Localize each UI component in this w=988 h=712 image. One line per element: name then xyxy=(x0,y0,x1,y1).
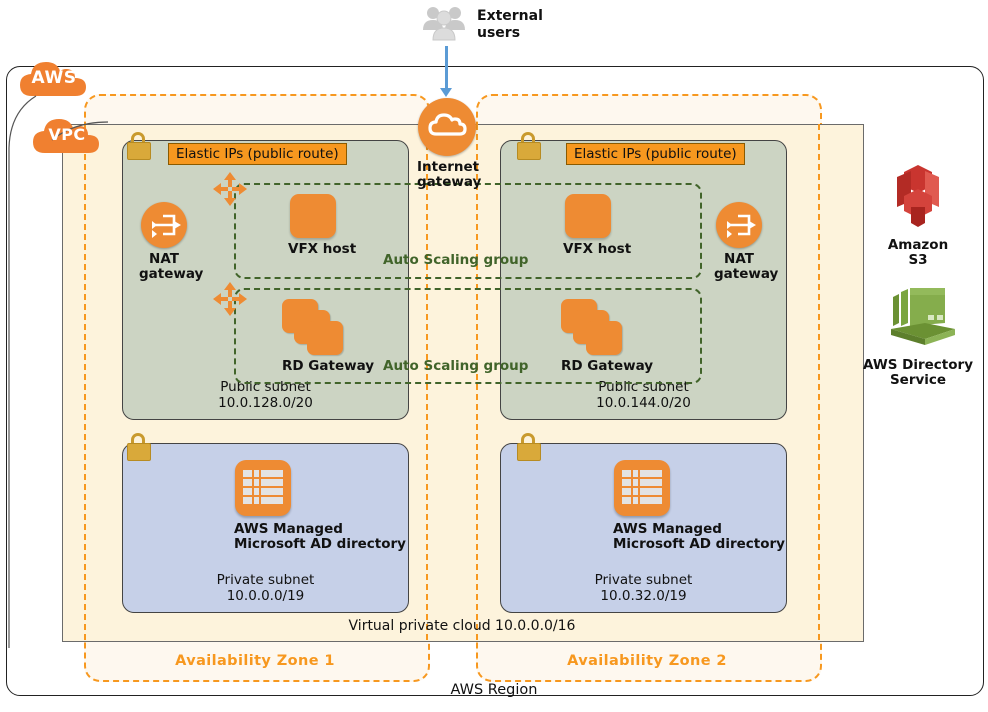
external-users-label-line2: users xyxy=(477,25,521,41)
instance-stack-icon xyxy=(561,299,623,355)
padlock-icon-private-az1 xyxy=(127,433,151,461)
ec2-instance-icon xyxy=(290,194,336,238)
private-subnet-az2-name: Private subnet xyxy=(594,572,693,588)
rd-gateway-az1-label: RD Gateway xyxy=(282,358,375,374)
elastic-ip-tag-az1: Elastic IPs (public route) xyxy=(168,143,347,165)
vfx-host-az2-label: VFX host xyxy=(563,241,632,257)
vfx-host-az2: VFX host xyxy=(563,194,632,257)
managed-ad-az1-label-line2: Microsoft AD directory xyxy=(234,537,406,552)
aws-cloud-badge-label: AWS xyxy=(31,68,77,88)
external-users-icon xyxy=(420,4,468,44)
padlock-icon-public-az2 xyxy=(517,132,541,160)
amazon-s3-label-line2: S3 xyxy=(908,252,928,268)
internet-gateway-label-line1: Internet xyxy=(417,159,480,175)
amazon-s3-label-line1: Amazon xyxy=(887,237,949,253)
directory-grid-icon xyxy=(235,460,291,516)
private-subnet-az1-caption: Private subnet 10.0.0.0/19 xyxy=(123,572,408,604)
external-users-label: External users xyxy=(477,8,543,42)
auto-scaling-group-label-2: Auto Scaling group xyxy=(383,358,529,374)
external-users-label-line1: External xyxy=(477,8,543,24)
aws-directory-service-label-line1: AWS Directory xyxy=(863,357,973,373)
private-subnet-az1-cidr: 10.0.0.0/19 xyxy=(226,588,305,604)
auto-scaling-arrows-icon-2 xyxy=(213,282,247,316)
users-to-igw-arrow-head xyxy=(440,88,452,97)
nat-gateway-az2-label-line1: NAT xyxy=(724,251,754,267)
ec2-instance-icon xyxy=(565,194,611,238)
vpc-cloud-badge: VPC xyxy=(31,111,103,157)
vfx-host-az1-label: VFX host xyxy=(288,241,357,257)
nat-gateway-az2-label-line2: gateway xyxy=(714,266,779,282)
internet-gateway-label-line2: gateway xyxy=(417,174,482,190)
service-amazon-s3: Amazon S3 xyxy=(853,163,983,268)
managed-ad-az2: AWS Managed Microsoft AD directory xyxy=(613,460,785,552)
managed-ad-az2-label-line2: Microsoft AD directory xyxy=(613,537,785,552)
padlock-icon-public-az1 xyxy=(127,132,151,160)
vpc-cloud-badge-label: VPC xyxy=(48,125,86,144)
managed-ad-az1-label-line1: AWS Managed xyxy=(234,521,343,537)
instance-stack-icon xyxy=(282,299,344,355)
aws-directory-service-icon xyxy=(891,288,955,345)
users-to-igw-arrow-line xyxy=(445,46,448,90)
nat-gateway-icon xyxy=(716,202,762,248)
nat-gateway-az1: NAT gateway xyxy=(139,202,204,282)
aws-directory-service-label-line2: Service xyxy=(889,372,947,388)
nat-gateway-az1-label-line2: gateway xyxy=(139,266,204,282)
private-subnet-az1-name: Private subnet xyxy=(216,572,315,588)
private-subnet-az2-caption: Private subnet 10.0.32.0/19 xyxy=(501,572,786,604)
auto-scaling-group-label-1: Auto Scaling group xyxy=(383,252,529,268)
internet-gateway: Internet gateway xyxy=(417,98,482,190)
elastic-ip-tag-az2: Elastic IPs (public route) xyxy=(566,143,745,165)
az1-left-dash-accent xyxy=(84,124,86,640)
architecture-diagram: AWS Region Virtual private cloud 10.0.0.… xyxy=(0,0,988,712)
nat-gateway-icon xyxy=(141,202,187,248)
aws-cloud-badge: AWS xyxy=(18,54,90,100)
availability-zone-2-label: Availability Zone 2 xyxy=(567,653,727,669)
internet-gateway-icon xyxy=(418,98,476,156)
padlock-icon-private-az2 xyxy=(517,433,541,461)
vpc-label: Virtual private cloud 10.0.0.0/16 xyxy=(348,618,576,634)
vfx-host-az1: VFX host xyxy=(288,194,357,257)
directory-grid-icon xyxy=(614,460,670,516)
managed-ad-az1: AWS Managed Microsoft AD directory xyxy=(234,460,406,552)
rd-gateway-az2-label: RD Gateway xyxy=(561,358,654,374)
availability-zone-1-label: Availability Zone 1 xyxy=(175,653,335,669)
managed-ad-az2-label-line1: AWS Managed xyxy=(613,521,722,537)
auto-scaling-arrows-icon-1 xyxy=(213,172,247,206)
public-subnet-az1-cidr: 10.0.128.0/20 xyxy=(218,395,313,411)
private-subnet-az2-cidr: 10.0.32.0/19 xyxy=(600,588,687,604)
nat-gateway-az1-label-line1: NAT xyxy=(149,251,179,267)
rd-gateway-az2: RD Gateway xyxy=(561,299,654,374)
service-aws-directory-service: AWS Directory Service xyxy=(853,283,983,388)
rd-gateway-az1: RD Gateway xyxy=(282,299,375,374)
amazon-s3-icon xyxy=(897,165,939,227)
az2-right-dash-accent xyxy=(818,124,820,640)
nat-gateway-az2: NAT gateway xyxy=(714,202,779,282)
aws-region-label: AWS Region xyxy=(450,682,538,698)
public-subnet-az2-cidr: 10.0.144.0/20 xyxy=(596,395,691,411)
